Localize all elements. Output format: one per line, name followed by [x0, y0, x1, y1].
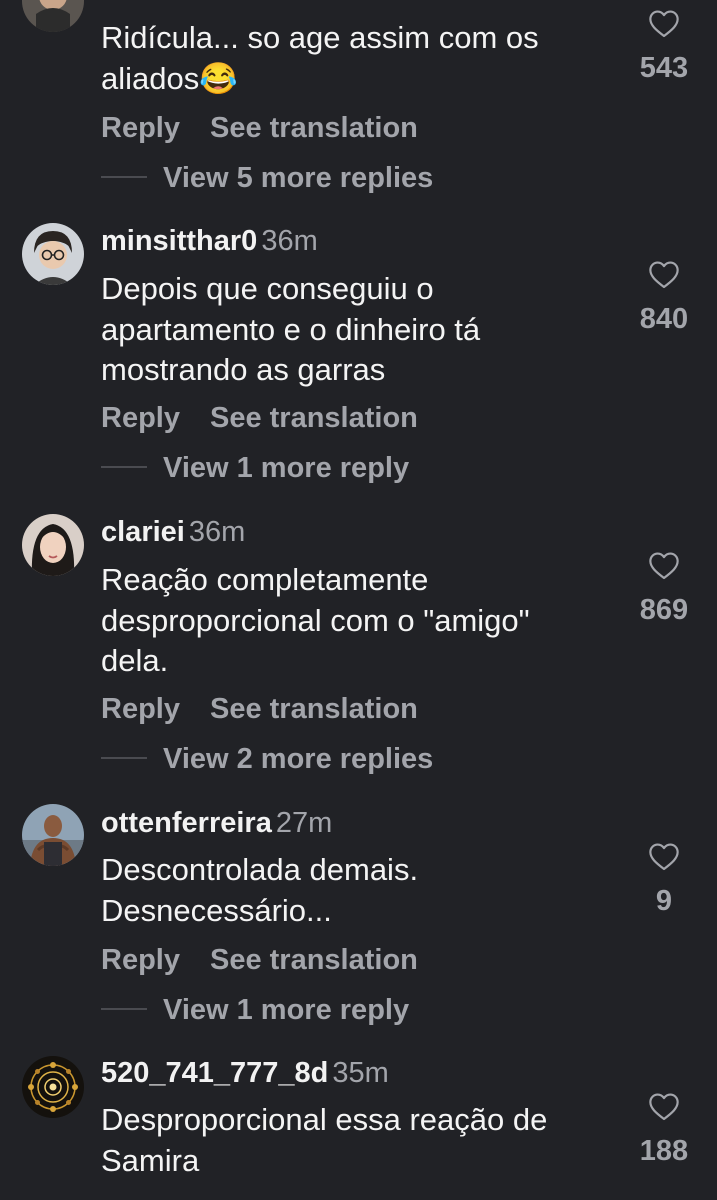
avatar[interactable] — [22, 804, 84, 866]
reply-button[interactable]: Reply — [101, 944, 180, 977]
username-link[interactable]: 520_741_777_8d — [101, 1057, 328, 1089]
like-count: 188 — [639, 1135, 689, 1167]
see-translation-button[interactable]: See translation — [210, 944, 418, 977]
timestamp: 27m — [275, 807, 333, 839]
comment-text: Descontrolada demais. Desnecessário... — [101, 852, 419, 928]
timestamp: 35m — [332, 1057, 389, 1089]
comment-header: minsitthar0 36m — [101, 224, 318, 258]
see-translation-button[interactable]: See translation — [210, 693, 418, 726]
view-more-replies-label: View 1 more reply — [163, 452, 410, 484]
comment-header: ottenferreira 27m — [101, 806, 332, 840]
avatar-image — [22, 223, 84, 285]
comment-header: 520_741_777_8d 35m — [101, 1056, 389, 1090]
timestamp: 36m — [188, 516, 246, 548]
comment-text: Ridícula... so age assim com os aliados😂 — [101, 20, 539, 96]
view-more-replies-button[interactable]: View 5 more replies — [101, 162, 433, 195]
view-more-replies-label: View 1 more reply — [163, 994, 410, 1026]
thread-line — [101, 757, 147, 760]
avatar[interactable] — [22, 223, 84, 285]
avatar-image — [22, 804, 84, 866]
avatar-image — [22, 514, 84, 576]
username-link[interactable]: clariei — [101, 516, 185, 548]
comment-text: Desproporcional essa reação de Samira — [101, 1102, 548, 1178]
comment-actions: Reply See translation — [101, 944, 418, 977]
like-button[interactable]: 9 — [619, 841, 709, 918]
like-button[interactable]: 869 — [619, 550, 709, 627]
thread-line — [101, 1008, 147, 1011]
heart-outline-icon — [649, 10, 679, 38]
comment-actions: Reply See translation — [101, 112, 418, 145]
username-link[interactable]: ottenferreira — [101, 807, 272, 839]
avatar[interactable] — [22, 1056, 84, 1118]
see-translation-button[interactable]: See translation — [210, 402, 418, 435]
comment-text: Depois que conseguiu o apartamento e o d… — [101, 271, 481, 387]
avatar-image — [22, 1056, 84, 1118]
username-link[interactable]: minsitthar0 — [101, 225, 257, 257]
like-count: 840 — [639, 303, 689, 335]
view-more-replies-button[interactable]: View 1 more reply — [101, 994, 409, 1027]
timestamp: 36m — [261, 225, 318, 257]
like-count: 543 — [639, 52, 689, 84]
view-more-replies-button[interactable]: View 2 more replies — [101, 743, 433, 776]
comment-header: clariei 36m — [101, 515, 245, 549]
like-count: 869 — [639, 594, 689, 626]
avatar-image — [22, 0, 84, 32]
view-more-replies-label: View 2 more replies — [163, 743, 434, 775]
comment-actions: Reply See translation — [101, 402, 418, 435]
view-more-replies-button[interactable]: View 1 more reply — [101, 452, 409, 485]
thread-line — [101, 176, 147, 179]
heart-outline-icon — [649, 843, 679, 871]
reply-button[interactable]: Reply — [101, 693, 180, 726]
see-translation-button[interactable]: See translation — [210, 112, 418, 145]
like-button[interactable]: 543 — [619, 8, 709, 85]
heart-outline-icon — [649, 1093, 679, 1121]
like-button[interactable]: 188 — [619, 1091, 709, 1168]
comment-text: Reação completamente desproporcional com… — [101, 562, 530, 678]
like-button[interactable]: 840 — [619, 259, 709, 336]
heart-outline-icon — [649, 552, 679, 580]
avatar[interactable] — [22, 0, 84, 32]
reply-button[interactable]: Reply — [101, 402, 180, 435]
view-more-replies-label: View 5 more replies — [163, 162, 434, 194]
thread-line — [101, 466, 147, 469]
heart-outline-icon — [649, 261, 679, 289]
like-count: 9 — [655, 885, 673, 917]
comment-actions: Reply See translation — [101, 693, 418, 726]
avatar[interactable] — [22, 514, 84, 576]
reply-button[interactable]: Reply — [101, 112, 180, 145]
